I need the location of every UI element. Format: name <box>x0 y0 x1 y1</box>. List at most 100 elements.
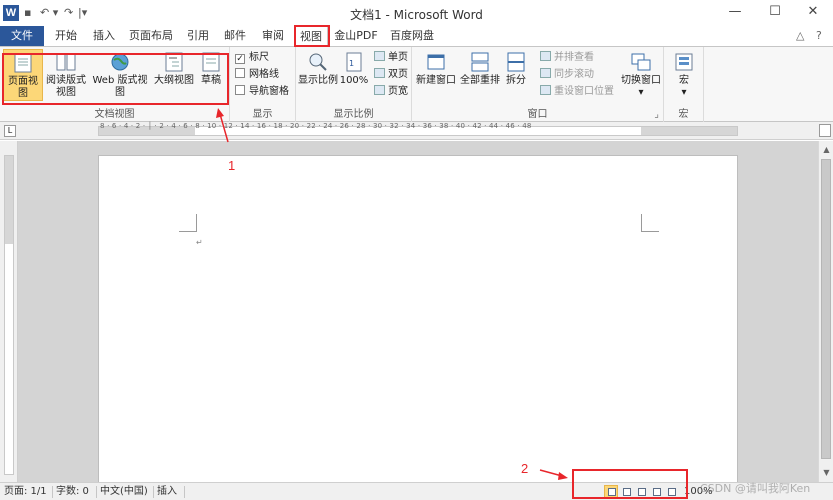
two-pages-button[interactable]: 双页 <box>374 68 408 82</box>
tab-page-layout[interactable]: 页面布局 <box>128 26 174 46</box>
status-page-view-button[interactable] <box>604 485 618 498</box>
vertical-scrollbar[interactable]: ▲ ▼ <box>818 141 833 482</box>
zoom-button[interactable]: 显示比例 <box>298 49 338 101</box>
word-count[interactable]: 字数: 0 <box>56 485 89 499</box>
split-button[interactable]: 拆分 <box>502 49 530 101</box>
outline-view-button[interactable]: 大纲视图 <box>153 49 195 101</box>
one-page-button[interactable]: 单页 <box>374 51 408 65</box>
language-indicator[interactable]: 中文(中国) <box>100 485 148 499</box>
page-view-icon <box>14 53 32 73</box>
tab-kingsoft-pdf[interactable]: 金山PDF <box>334 26 378 46</box>
zoom-icon <box>309 53 327 71</box>
web-view-icon <box>638 488 646 496</box>
new-window-label: 新建窗口 <box>416 75 456 86</box>
minimize-button[interactable]: — <box>715 0 755 24</box>
zoom-100-icon: 1 <box>346 52 362 72</box>
reading-view-icon <box>623 488 631 496</box>
sync-scrolling-button[interactable]: 同步滚动 <box>540 68 594 82</box>
outline-view-label: 大纲视图 <box>154 75 194 86</box>
tab-references[interactable]: 引用 <box>183 26 213 46</box>
page-width-icon <box>374 85 385 95</box>
switch-windows-label: 切换窗口 <box>621 75 661 86</box>
page-width-button[interactable]: 页宽 <box>374 85 408 99</box>
group-label-macros: 宏 <box>678 109 689 120</box>
view-side-by-side-button[interactable]: 并排查看 <box>540 51 594 65</box>
group-label-window: 窗口 <box>527 109 548 120</box>
reset-window-icon <box>540 85 551 95</box>
group-show: ✓ 标尺 网格线 导航窗格 显示 <box>230 47 296 122</box>
status-outline-view-button[interactable] <box>649 485 663 498</box>
minimize-ribbon-icon[interactable]: △ <box>796 29 804 42</box>
sync-scroll-icon <box>540 68 551 78</box>
web-view-button[interactable]: Web 版式视图 <box>88 49 152 101</box>
horizontal-ruler: L 8 · 6 · 4 · 2 · │ · 2 · 4 · 6 · 8 · 10… <box>0 122 833 140</box>
gridlines-checkbox[interactable]: 网格线 <box>235 68 279 82</box>
svg-text:1: 1 <box>349 59 354 68</box>
tab-insert[interactable]: 插入 <box>88 26 120 46</box>
reading-view-icon <box>56 53 76 71</box>
document-page[interactable]: ↵ <box>98 155 738 485</box>
arrange-all-icon <box>471 52 489 72</box>
maximize-button[interactable]: ☐ <box>755 0 795 24</box>
group-label-show: 显示 <box>252 109 273 120</box>
draft-view-icon <box>202 52 220 72</box>
tab-selector[interactable]: L <box>4 125 16 137</box>
tab-view[interactable]: 视图 <box>294 26 328 46</box>
new-window-button[interactable]: 新建窗口 <box>415 49 457 101</box>
scroll-thumb[interactable] <box>821 159 831 459</box>
zoom-100-button[interactable]: 1 100% <box>339 49 369 101</box>
paragraph-mark: ↵ <box>196 238 203 247</box>
status-web-view-button[interactable] <box>634 485 648 498</box>
ribbon-view: 页面视图 阅读版式 视图 Web 版式视图 大纲视图 草稿 文档视图 ✓ 标尺 网… <box>0 46 833 122</box>
arrange-all-label: 全部重排 <box>460 75 500 86</box>
dropdown-arrow-icon: ▾ <box>638 87 644 98</box>
switch-windows-icon <box>631 53 651 71</box>
ruler-numbers: 8 · 6 · 4 · 2 · │ · 2 · 4 · 6 · 8 · 10 ·… <box>100 122 532 130</box>
help-icon[interactable]: ? <box>816 29 822 42</box>
page-view-button[interactable]: 页面视图 <box>3 49 43 101</box>
tab-home[interactable]: 开始 <box>50 26 82 46</box>
tab-file[interactable]: 文件 <box>0 26 44 46</box>
tab-mailings[interactable]: 邮件 <box>220 26 250 46</box>
insert-mode-indicator[interactable]: 插入 <box>157 485 177 499</box>
draft-view-icon <box>668 488 676 496</box>
document-area: ↵ <box>18 141 818 485</box>
page-count[interactable]: 页面: 1/1 <box>4 485 47 499</box>
reading-view-button[interactable]: 阅读版式 视图 <box>45 49 87 109</box>
one-page-icon <box>374 51 385 61</box>
checkmark-icon: ✓ <box>235 54 245 64</box>
macros-button[interactable]: 宏 ▾ <box>668 49 700 109</box>
navigation-pane-checkbox[interactable]: 导航窗格 <box>235 85 289 99</box>
switch-windows-button[interactable]: 切换窗口 ▾ <box>620 49 662 109</box>
dialog-launcher-icon[interactable]: ⌟ <box>654 109 659 120</box>
ruler-checkbox[interactable]: ✓ 标尺 <box>235 51 269 65</box>
right-margin-area <box>641 127 737 135</box>
close-button[interactable]: ✕ <box>793 0 833 24</box>
split-icon <box>507 52 525 72</box>
group-label-document-views: 文档视图 <box>94 109 135 120</box>
status-reading-view-button[interactable] <box>619 485 633 498</box>
vertical-ruler-strip[interactable] <box>4 155 14 475</box>
scroll-down-icon[interactable]: ▼ <box>819 466 833 480</box>
reset-window-position-button[interactable]: 重设窗口位置 <box>540 85 614 99</box>
status-draft-view-button[interactable] <box>664 485 678 498</box>
macros-icon <box>675 53 693 71</box>
tab-review[interactable]: 审阅 <box>258 26 288 46</box>
scroll-up-icon[interactable]: ▲ <box>819 143 833 157</box>
annotation-label-2: 2 <box>521 461 529 476</box>
web-view-label: Web 版式视图 <box>92 75 148 98</box>
outline-view-icon <box>165 52 183 72</box>
tab-baidu-netdisk[interactable]: 百度网盘 <box>386 26 438 46</box>
navigation-pane-label: 导航窗格 <box>249 86 289 97</box>
view-ruler-icon[interactable] <box>819 124 831 137</box>
outline-view-icon <box>653 488 661 496</box>
top-right-margin-mark <box>641 214 659 232</box>
zoom-label: 显示比例 <box>298 75 338 86</box>
new-window-icon <box>427 54 445 70</box>
draft-view-button[interactable]: 草稿 <box>197 49 225 101</box>
arrange-all-button[interactable]: 全部重排 <box>459 49 501 101</box>
group-window: 新建窗口 全部重排 拆分 并排查看 同步滚动 重设窗口位置 切换窗口 ▾ 窗口 … <box>412 47 664 122</box>
group-zoom: 显示比例 1 100% 单页 双页 页宽 显示比例 <box>296 47 412 122</box>
web-view-icon <box>111 53 129 71</box>
side-by-side-icon <box>540 51 551 61</box>
